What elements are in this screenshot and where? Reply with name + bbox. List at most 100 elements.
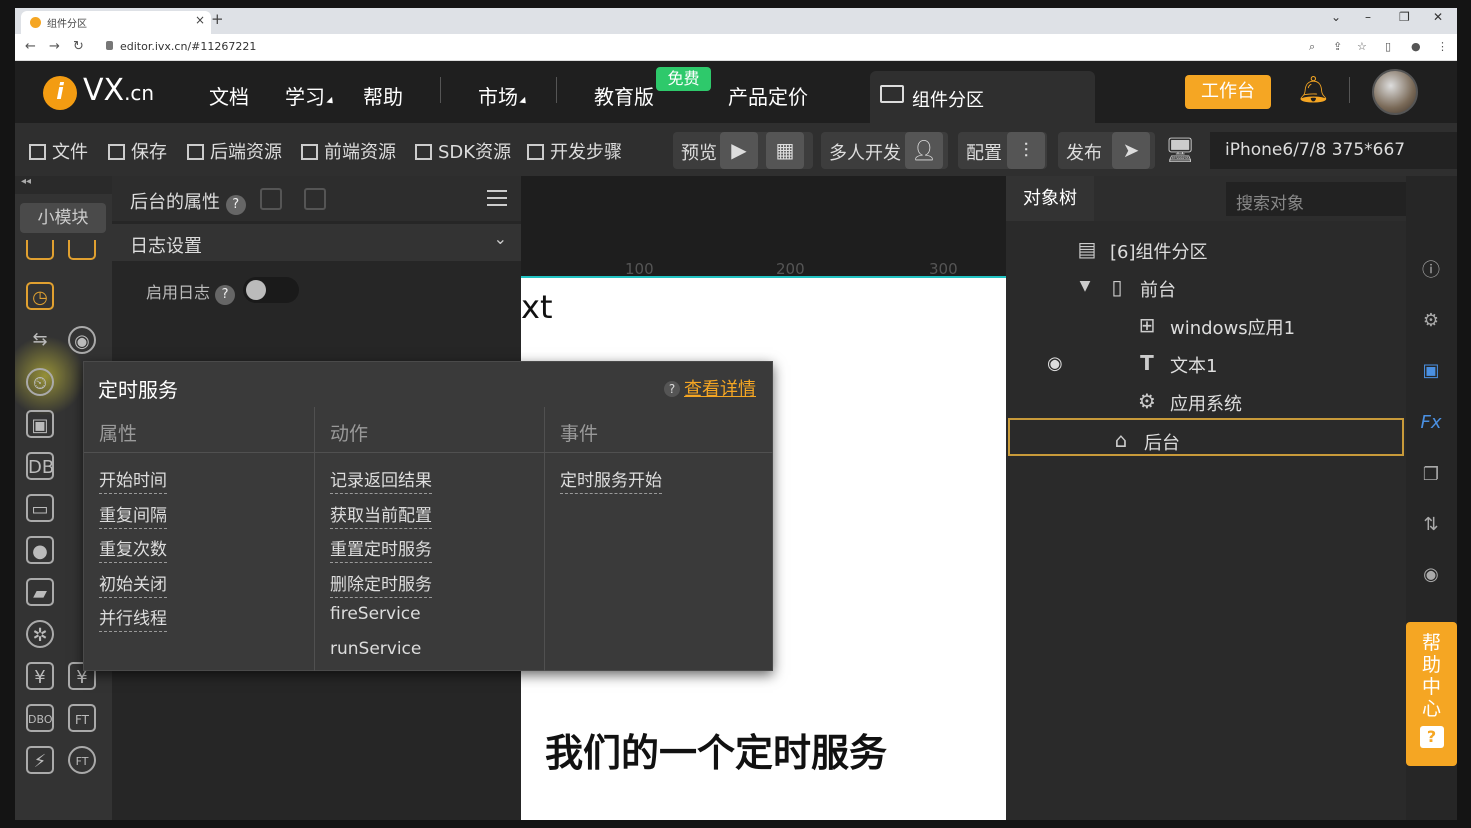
api-icon[interactable]: ◉ — [68, 326, 96, 354]
action-reset-service[interactable]: 重置定时服务 — [330, 540, 432, 563]
close-tab-icon[interactable]: × — [195, 13, 205, 27]
tree-node[interactable]: ⊞ windows应用1 — [1006, 305, 1406, 343]
list-item[interactable]: 重复次数 — [99, 535, 167, 570]
list-item[interactable]: fireService — [330, 604, 432, 639]
action-get-config[interactable]: 获取当前配置 — [330, 505, 432, 529]
monitor-icon[interactable]: ▭ — [26, 494, 54, 522]
lightning-icon[interactable]: ⚡︎ — [26, 746, 54, 774]
property-parallel-threads[interactable]: 并行线程 — [99, 609, 167, 632]
network-icon[interactable]: ✲ — [26, 620, 54, 648]
info-settings-icon[interactable]: ⚙ — [1418, 308, 1444, 334]
nav-docs[interactable]: 文档 — [209, 81, 249, 110]
tree-search-input[interactable]: 搜索对象 — [1226, 182, 1406, 216]
dbo-icon[interactable]: DBO — [26, 704, 54, 732]
nav-learn[interactable]: 学习 — [285, 81, 336, 110]
tree-node[interactable]: ⚙ 应用系统 — [1006, 381, 1406, 419]
zoom-icon[interactable]: ⌕ — [1309, 40, 1315, 54]
minimize-icon[interactable]: – — [1365, 10, 1371, 24]
list-item[interactable]: 重置定时服务 — [330, 535, 432, 570]
pages-icon[interactable]: ❐ — [1418, 462, 1444, 488]
property-start-time[interactable]: 开始时间 — [99, 471, 167, 494]
avatar[interactable] — [1372, 69, 1418, 115]
menu-icon[interactable] — [487, 190, 507, 206]
tree-node-selected[interactable]: ⌂ 后台 — [1008, 418, 1404, 456]
list-item[interactable]: 删除定时服务 — [330, 570, 432, 605]
view-details-link[interactable]: ? 查看详情 — [664, 375, 756, 401]
action-record-result[interactable]: 记录返回结果 — [330, 471, 432, 494]
dev-steps-button[interactable]: 开发步骤 — [527, 138, 622, 164]
list-item[interactable]: 记录返回结果 — [330, 466, 432, 501]
new-tab-icon[interactable]: + — [211, 10, 224, 28]
event-service-start[interactable]: 定时服务开始 — [560, 471, 662, 494]
ft-circle-icon[interactable]: FT — [68, 746, 96, 774]
transfer-icon[interactable]: ⇅ — [1418, 512, 1444, 538]
module-icon[interactable] — [26, 240, 54, 260]
device-icon[interactable]: 🖥︎ — [1165, 136, 1195, 164]
browser-tab[interactable]: 组件分区 × — [21, 11, 211, 34]
sidepanel-icon[interactable]: ▯ — [1385, 40, 1391, 53]
bell-icon[interactable]: 🔔︎ — [1297, 75, 1330, 105]
info-icon[interactable]: ⓘ — [1418, 258, 1444, 284]
nav-help[interactable]: 帮助 — [363, 81, 403, 110]
file-button[interactable]: 文件 — [29, 138, 88, 164]
database-icon[interactable]: DB — [26, 452, 54, 480]
workbench-button[interactable]: 工作台 — [1185, 75, 1271, 109]
play-icon[interactable]: ▶ — [720, 132, 758, 169]
action-fire-service[interactable]: fireService — [330, 604, 421, 626]
backend-resources-button[interactable]: 后端资源 — [187, 138, 282, 164]
restore-icon[interactable]: ❐ — [1399, 10, 1410, 24]
expand-icon[interactable]: ▼ — [1072, 278, 1098, 294]
edit-icon[interactable] — [260, 188, 282, 210]
action-delete-service[interactable]: 删除定时服务 — [330, 574, 432, 598]
tab-component-partition[interactable]: 组件分区 — [870, 71, 1095, 123]
tree-node[interactable]: T 文本1 — [1006, 343, 1406, 381]
help-icon[interactable]: ? — [225, 195, 246, 215]
eye-icon[interactable]: ◉ — [1047, 353, 1063, 374]
storage-icon[interactable]: ▣ — [26, 410, 54, 438]
action-run-service[interactable]: runService — [330, 639, 421, 661]
bookmark-star-icon[interactable]: ☆ — [1357, 40, 1367, 53]
sdk-resources-button[interactable]: SDK资源 — [415, 138, 511, 164]
timer-service-icon[interactable]: ⏲ — [26, 368, 54, 396]
browser-menu-icon[interactable]: ⋮ — [1437, 40, 1448, 53]
back-icon[interactable]: ← — [25, 39, 36, 54]
copy-icon[interactable] — [304, 188, 326, 210]
nav-pricing[interactable]: 产品定价 — [728, 81, 808, 110]
nav-education[interactable]: 教育版 — [594, 81, 654, 110]
list-item[interactable]: 获取当前配置 — [330, 501, 432, 536]
ft-icon[interactable]: FT — [68, 704, 96, 732]
send-icon[interactable]: ➤ — [1112, 132, 1150, 169]
function-icon[interactable]: Fx — [1418, 410, 1444, 436]
enable-log-toggle[interactable] — [243, 277, 299, 303]
save-button[interactable]: 保存 — [108, 138, 167, 164]
log-settings-section[interactable]: 日志设置 ⌄ — [112, 224, 521, 261]
list-item[interactable]: 定时服务开始 — [560, 466, 662, 501]
collapse-rail-icon[interactable]: ◂◂ — [15, 176, 112, 194]
small-block-tab[interactable]: 小模块 — [20, 203, 106, 233]
timer-module-icon[interactable]: ◷ — [26, 282, 54, 310]
logo-icon[interactable]: i — [43, 76, 77, 110]
tab-object-tree[interactable]: 对象树 — [1006, 176, 1094, 221]
property-initial-off[interactable]: 初始关闭 — [99, 574, 167, 598]
api-icon[interactable]: ◉ — [1418, 562, 1444, 588]
qrcode-icon[interactable]: ▦ — [766, 132, 804, 169]
user-icon[interactable]: ● — [26, 536, 54, 564]
tree-node[interactable]: ▼ ▯ 前台 — [1006, 267, 1406, 305]
reload-icon[interactable]: ↻ — [73, 39, 84, 54]
property-repeat-count[interactable]: 重复次数 — [99, 540, 167, 563]
forward-icon[interactable]: → — [49, 39, 60, 54]
module-group-icon[interactable] — [68, 240, 96, 260]
list-item[interactable]: 重复间隔 — [99, 501, 167, 536]
transfer-icon[interactable]: ⇆ — [26, 326, 54, 354]
frontend-resources-button[interactable]: 前端资源 — [301, 138, 396, 164]
payment-icon[interactable]: ¥ — [26, 662, 54, 690]
sliders-icon[interactable]: ⫶ — [1007, 132, 1045, 169]
device-select[interactable]: iPhone6/7/8 375*667 — [1210, 132, 1457, 169]
share-icon[interactable]: ⇪ — [1333, 40, 1342, 53]
logo-text[interactable]: VX.cn — [83, 73, 154, 108]
tree-node[interactable]: ▤ [6]组件分区 — [1006, 229, 1406, 267]
list-item[interactable]: 开始时间 — [99, 466, 167, 501]
list-item[interactable]: 初始关闭 — [99, 570, 167, 605]
nav-market[interactable]: 市场 — [478, 81, 529, 110]
canvas-text[interactable]: xt — [521, 288, 552, 326]
